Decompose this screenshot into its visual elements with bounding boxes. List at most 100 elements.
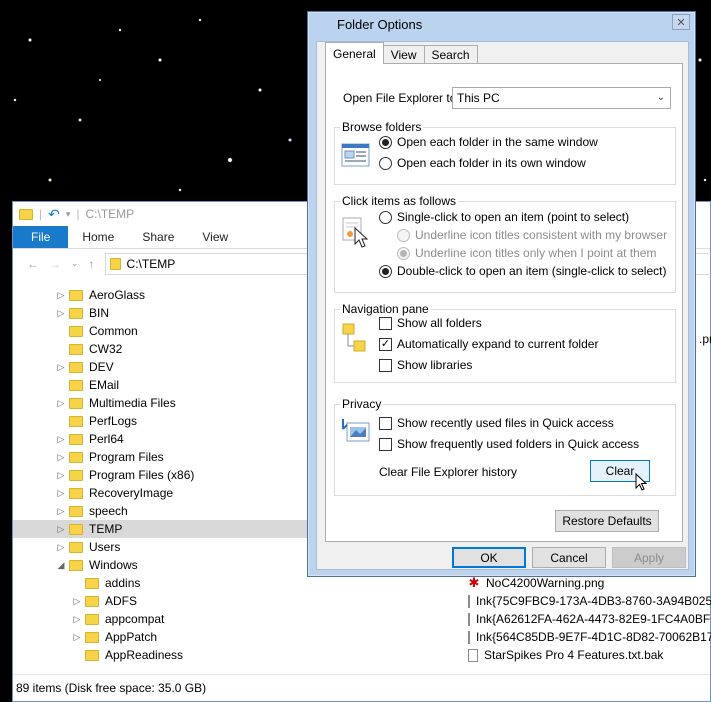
radio-underline-point[interactable]: [397, 246, 410, 260]
tree-item-label: AppPatch: [105, 630, 158, 644]
general-tab-page: Open File Explorer to: This PC ⌄ Browse …: [325, 63, 683, 542]
tree-item[interactable]: ▷ appcompat: [13, 610, 443, 628]
chevron-right-icon[interactable]: ▷: [55, 506, 67, 517]
file-name: NoC4200Warning.png: [486, 576, 605, 590]
show-libraries-option[interactable]: Show libraries: [379, 358, 472, 372]
tab-search[interactable]: Search: [423, 45, 478, 64]
open-same-window-option[interactable]: Open each folder in the same window: [379, 135, 598, 149]
underline-browser-option[interactable]: Underline icon titles consistent with my…: [397, 228, 667, 242]
file-name: Ink{A62612FA-462A-4473-82E9-1FC4A0BF1: [476, 612, 711, 626]
recent-files-label: Show recently used files in Quick access: [397, 416, 614, 430]
tree-item-label: AppReadiness: [105, 648, 184, 662]
checkbox-show-all-folders[interactable]: [379, 316, 392, 330]
tab-view[interactable]: View: [188, 226, 242, 248]
close-icon: ✕: [676, 16, 686, 29]
close-button[interactable]: ✕: [672, 14, 690, 30]
back-arrow-icon[interactable]: ←: [27, 257, 39, 271]
chevron-right-icon[interactable]: ▷: [55, 308, 67, 319]
recent-files-option[interactable]: Show recently used files in Quick access: [379, 416, 614, 430]
up-arrow-icon[interactable]: ↑: [89, 257, 95, 271]
recent-locations-chevron-icon[interactable]: ⌄: [71, 258, 79, 269]
document-icon: [468, 630, 470, 644]
chevron-right-icon[interactable]: ▷: [55, 362, 67, 373]
chevron-right-icon[interactable]: ▷: [71, 614, 83, 625]
folder-icon: [69, 469, 83, 481]
folder-icon: [69, 415, 83, 427]
checkbox-auto-expand[interactable]: ✓: [379, 337, 392, 351]
single-click-option[interactable]: Single-click to open an item (point to s…: [379, 210, 629, 224]
folder-icon: [85, 631, 99, 643]
mouse-cursor-icon: [635, 473, 648, 491]
tree-item[interactable]: AppReadiness: [13, 646, 443, 662]
checkbox-show-libraries[interactable]: [379, 358, 392, 372]
restore-defaults-button[interactable]: Restore Defaults: [555, 510, 659, 532]
tab-view[interactable]: View: [382, 45, 425, 64]
tree-item-label: speech: [89, 504, 128, 518]
undo-icon[interactable]: ↶: [48, 206, 60, 223]
open-explorer-dropdown[interactable]: This PC ⌄: [452, 87, 671, 109]
chevron-right-icon[interactable]: ▷: [55, 488, 67, 499]
checkbox-frequent-folders[interactable]: [379, 437, 392, 451]
tree-item-label: BIN: [89, 306, 110, 320]
frequent-folders-label: Show frequently used folders in Quick ac…: [397, 437, 640, 451]
radio-single-click[interactable]: [379, 210, 392, 224]
privacy-icon: [342, 419, 370, 442]
show-all-folders-option[interactable]: Show all folders: [379, 316, 482, 330]
clear-history-label: Clear File Explorer history: [379, 465, 518, 479]
chevron-right-icon[interactable]: ▷: [55, 398, 67, 409]
tree-item-label: Perl64: [89, 432, 124, 446]
separator: |: [39, 207, 43, 221]
open-explorer-label: Open File Explorer to:: [343, 91, 460, 105]
underline-point-option[interactable]: Underline icon titles only when I point …: [397, 246, 656, 260]
tab-general[interactable]: General: [325, 42, 384, 64]
chevron-right-icon[interactable]: ▷: [55, 290, 67, 301]
folder-icon: [19, 208, 33, 220]
tree-item-label: Multimedia Files: [89, 396, 176, 410]
tab-share[interactable]: Share: [128, 226, 188, 248]
chevron-right-icon[interactable]: ▷: [55, 524, 67, 535]
chevron-down-icon[interactable]: ◢: [55, 560, 67, 571]
separator: |: [76, 207, 80, 221]
chevron-right-icon[interactable]: ▷: [55, 542, 67, 553]
chevron-right-icon[interactable]: ▷: [55, 434, 67, 445]
radio-double-click[interactable]: [379, 264, 392, 278]
chevron-down-icon[interactable]: ▾: [66, 209, 71, 220]
radio-same-window[interactable]: [379, 135, 392, 149]
radio-underline-browser[interactable]: [397, 228, 410, 242]
click-items-title: Click items as follows: [340, 194, 459, 208]
folder-icon: [69, 541, 83, 553]
chevron-right-icon[interactable]: ▷: [71, 596, 83, 607]
cancel-button[interactable]: Cancel: [532, 547, 606, 568]
chevron-right-icon[interactable]: ▷: [55, 452, 67, 463]
folder-icon: [69, 523, 83, 535]
dialog-body: General View Search Open File Explorer t…: [316, 41, 689, 570]
open-own-window-option[interactable]: Open each folder in its own window: [379, 156, 586, 170]
tree-item[interactable]: ▷ AppPatch: [13, 628, 443, 646]
privacy-group: Privacy Show recently used files in Quic…: [334, 397, 676, 496]
tree-item-label: addins: [105, 576, 141, 590]
radio-own-window[interactable]: [379, 156, 392, 170]
forward-arrow-icon[interactable]: →: [49, 257, 61, 271]
folder-icon: [85, 649, 99, 661]
tab-file[interactable]: File: [13, 226, 69, 248]
file-list-item[interactable]: StarSpikes Pro 4 Features.txt.bak: [468, 646, 711, 664]
file-name: Ink{75C9FBC9-173A-4DB3-8760-3A94B0250: [476, 594, 711, 608]
apply-button[interactable]: Apply: [612, 547, 686, 568]
auto-expand-option[interactable]: ✓ Automatically expand to current folder: [379, 337, 598, 351]
double-click-option[interactable]: Double-click to open an item (single-cli…: [379, 264, 666, 278]
show-all-folders-label: Show all folders: [397, 316, 482, 330]
chevron-right-icon[interactable]: ▷: [55, 470, 67, 481]
frequent-folders-option[interactable]: Show frequently used folders in Quick ac…: [379, 437, 639, 451]
tree-item[interactable]: ▷ ADFS: [13, 592, 443, 610]
document-icon: [468, 612, 470, 626]
folder-icon: [69, 289, 83, 301]
checkbox-recent-files[interactable]: [379, 416, 392, 430]
chevron-right-icon[interactable]: ▷: [71, 632, 83, 643]
file-list-item[interactable]: Ink{75C9FBC9-173A-4DB3-8760-3A94B0250: [468, 592, 711, 610]
file-list-item[interactable]: Ink{A62612FA-462A-4473-82E9-1FC4A0BF1: [468, 610, 711, 628]
ok-button[interactable]: OK: [452, 547, 526, 568]
tab-home[interactable]: Home: [68, 226, 128, 248]
folder-icon: [69, 451, 83, 463]
folder-icon: [69, 361, 83, 373]
file-list-item[interactable]: Ink{564C85DB-9E7F-4D1C-8D82-70062B173: [468, 628, 711, 646]
